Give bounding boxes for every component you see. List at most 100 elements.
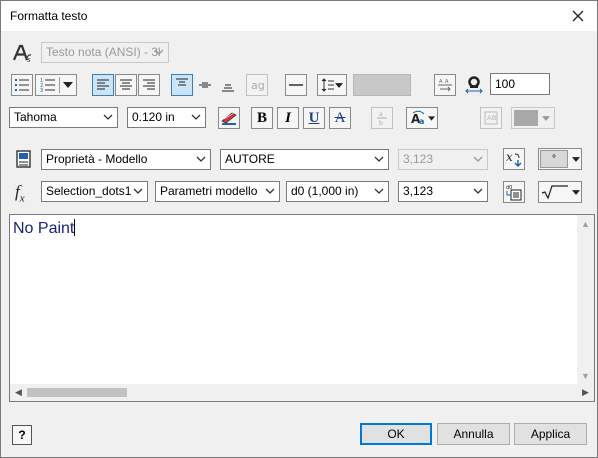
valign-top-icon: [176, 78, 188, 86]
line-spacing-button[interactable]: [317, 74, 347, 96]
case-button[interactable]: Aa: [406, 107, 438, 129]
editor-content: No Paint: [13, 220, 75, 237]
fraction-button[interactable]: ab: [371, 107, 393, 129]
background-fill-button[interactable]: AB: [480, 107, 502, 129]
numbered-list-icon: 123: [40, 78, 55, 92]
chevron-down-icon: [373, 184, 385, 198]
parameter-precision-combo[interactable]: 3,123: [398, 181, 488, 202]
align-left-button[interactable]: [92, 74, 114, 96]
width-scale-input[interactable]: 100: [490, 73, 550, 95]
chevron-down-icon: [195, 152, 207, 166]
italic-button[interactable]: I: [277, 107, 299, 129]
line-spacing-icon: [321, 78, 334, 92]
text-color-button[interactable]: [218, 107, 240, 129]
svg-text:3: 3: [40, 88, 43, 92]
bullet-list-button[interactable]: [11, 74, 33, 96]
chevron-down-icon: [427, 115, 435, 121]
insert-parameter-button[interactable]: d0: [503, 181, 525, 203]
text-editor[interactable]: No Paint ▲ ▼ ◀ ▶: [9, 214, 595, 402]
insert-property-icon: x: [506, 150, 522, 167]
parameter-type-combo[interactable]: Parametri modello: [155, 181, 280, 202]
chevron-down-icon: [62, 82, 73, 88]
stack-text-button[interactable]: AA: [434, 74, 456, 96]
property-combo[interactable]: AUTORE: [220, 149, 389, 170]
vertical-scrollbar[interactable]: ▲ ▼: [577, 215, 594, 384]
width-scale-icon: [463, 74, 485, 96]
chevron-down-icon: [472, 152, 484, 166]
underline-button[interactable]: U: [303, 107, 325, 129]
svg-text:b: b: [379, 120, 383, 126]
text-style-icon: s: [12, 43, 34, 64]
help-icon: ?: [18, 428, 26, 442]
svg-text:a: a: [379, 111, 383, 118]
valign-bottom-icon: [222, 84, 234, 92]
chevron-down-icon: [190, 110, 202, 124]
chevron-down-icon: [153, 45, 165, 59]
chevron-down-icon: [472, 184, 484, 198]
chevron-down-icon: [571, 189, 580, 195]
text-style-combo[interactable]: Testo nota (ANSI) - 3l: [41, 42, 169, 63]
property-icon: [15, 149, 33, 169]
chevron-down-icon: [373, 152, 385, 166]
chevron-down-icon: [542, 116, 550, 121]
symbol-preview: °: [540, 150, 568, 168]
horizontal-scrollbar[interactable]: ◀ ▶: [10, 384, 594, 401]
font-size-combo[interactable]: 0.120 in: [127, 107, 206, 128]
horizontal-scroll-thumb[interactable]: [27, 388, 127, 397]
property-type-combo[interactable]: Proprietà - Modello: [41, 149, 211, 170]
svg-text:A: A: [439, 79, 443, 85]
valign-bottom-button[interactable]: [217, 74, 239, 96]
svg-text:x: x: [506, 150, 513, 164]
text-fit-icon: ag: [251, 79, 265, 92]
strikethrough-button[interactable]: A: [329, 107, 351, 129]
change-case-icon: Aa: [411, 110, 424, 126]
align-center-button[interactable]: [115, 74, 137, 96]
bold-button[interactable]: B: [251, 107, 273, 129]
symbol-insert-combo[interactable]: [538, 181, 582, 203]
symbol-combo[interactable]: °: [538, 148, 582, 170]
fraction-icon: ab: [377, 111, 387, 126]
background-color-combo[interactable]: [511, 107, 555, 129]
chevron-down-icon: [572, 156, 580, 162]
svg-text:A: A: [445, 79, 449, 85]
function-icon: fx: [15, 182, 25, 205]
parameter-name-combo[interactable]: d0 (1,000 in): [286, 181, 389, 202]
svg-text:AB: AB: [487, 114, 497, 122]
line-button[interactable]: [285, 74, 307, 96]
help-button[interactable]: ?: [12, 425, 32, 445]
format-text-dialog: Formatta testo s Testo nota (ANSI) - 3l …: [0, 0, 598, 458]
stack-text-icon: AA: [438, 79, 452, 92]
bullet-list-icon: [15, 79, 29, 91]
apply-button[interactable]: Applica: [514, 423, 587, 445]
scroll-right-icon[interactable]: ▶: [577, 384, 594, 401]
svg-text:s: s: [27, 56, 31, 63]
cancel-button[interactable]: Annulla: [437, 423, 510, 445]
window-title: Formatta testo: [10, 9, 88, 23]
numbered-list-button[interactable]: 123: [35, 74, 77, 96]
close-icon: [572, 10, 584, 22]
font-combo[interactable]: Tahoma: [9, 107, 118, 128]
align-right-button[interactable]: [138, 74, 160, 96]
text-fit-button[interactable]: ag: [246, 74, 268, 96]
line-spacing-value-field[interactable]: [353, 74, 411, 96]
ok-button[interactable]: OK: [360, 423, 432, 445]
title-bar: Formatta testo: [1, 1, 597, 31]
chevron-down-icon: [264, 184, 276, 198]
scroll-down-icon[interactable]: ▼: [577, 367, 594, 384]
horizontal-line-icon: [289, 84, 303, 86]
square-root-icon: [541, 185, 568, 200]
insert-property-button[interactable]: x: [503, 148, 525, 170]
chevron-down-icon: [132, 184, 144, 198]
property-precision-combo[interactable]: 3,123: [398, 149, 488, 170]
align-left-icon: [97, 79, 109, 90]
chevron-down-icon: [335, 82, 343, 88]
scroll-up-icon[interactable]: ▲: [577, 215, 594, 232]
valign-middle-icon: [199, 82, 211, 88]
close-button[interactable]: [563, 3, 593, 29]
valign-middle-button[interactable]: [194, 74, 216, 96]
scroll-left-icon[interactable]: ◀: [10, 384, 27, 401]
chevron-down-icon: [102, 110, 114, 124]
background-fill-icon: AB: [484, 111, 498, 125]
parameter-source-combo[interactable]: Selection_dots1: [41, 181, 148, 202]
valign-top-button[interactable]: [171, 74, 193, 96]
